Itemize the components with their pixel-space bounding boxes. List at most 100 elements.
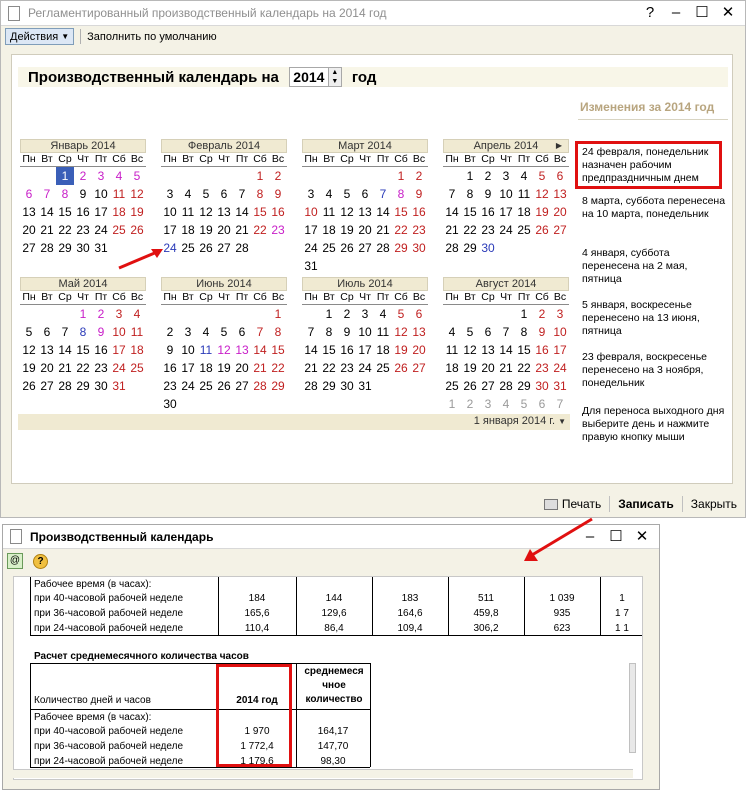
day-cell[interactable]: 24 (356, 359, 374, 377)
day-cell[interactable]: 2 (161, 323, 179, 341)
day-cell[interactable]: 7 (56, 323, 74, 341)
day-cell[interactable]: 29 (74, 377, 92, 395)
day-cell[interactable]: 18 (443, 359, 461, 377)
day-cell[interactable]: 15 (269, 341, 287, 359)
day-cell[interactable]: 6 (38, 323, 56, 341)
day-cell[interactable]: 18 (374, 341, 392, 359)
day-cell[interactable]: 21 (251, 359, 269, 377)
day-cell[interactable]: 16 (92, 341, 110, 359)
day-cell[interactable]: 16 (533, 341, 551, 359)
day-cell[interactable]: 18 (110, 203, 128, 221)
day-cell[interactable]: 14 (56, 341, 74, 359)
day-cell[interactable]: 26 (461, 377, 479, 395)
day-cell[interactable]: 29 (392, 239, 410, 257)
save-button[interactable]: Записать (618, 497, 674, 511)
day-cell[interactable]: 22 (251, 221, 269, 239)
day-cell[interactable]: 12 (215, 341, 233, 359)
day-cell[interactable]: 22 (515, 359, 533, 377)
day-cell[interactable]: 1 (320, 305, 338, 323)
day-cell[interactable]: 1 (56, 167, 74, 185)
current-date-dropdown[interactable]: 1 января 2014 г. ▼ (474, 415, 566, 427)
day-cell[interactable]: 11 (320, 203, 338, 221)
day-cell[interactable]: 6 (20, 185, 38, 203)
day-cell[interactable]: 15 (461, 203, 479, 221)
day-cell[interactable]: 14 (233, 203, 251, 221)
day-cell[interactable]: 16 (74, 203, 92, 221)
day-cell[interactable]: 21 (443, 221, 461, 239)
day-cell[interactable]: 8 (269, 323, 287, 341)
day-cell[interactable]: 17 (302, 221, 320, 239)
day-cell[interactable]: 13 (38, 341, 56, 359)
day-cell[interactable]: 13 (20, 203, 38, 221)
day-cell[interactable]: 17 (179, 359, 197, 377)
day-cell[interactable]: 25 (128, 359, 146, 377)
day-cell[interactable]: 3 (356, 305, 374, 323)
day-cell[interactable]: 4 (515, 167, 533, 185)
day-cell[interactable]: 25 (110, 221, 128, 239)
day-cell[interactable]: 28 (443, 239, 461, 257)
day-cell[interactable]: 5 (197, 185, 215, 203)
day-cell[interactable]: 3 (479, 395, 497, 413)
day-cell[interactable]: 18 (128, 341, 146, 359)
vertical-scrollbar[interactable] (629, 663, 636, 753)
day-cell[interactable]: 18 (179, 221, 197, 239)
day-cell[interactable]: 4 (197, 323, 215, 341)
day-cell[interactable]: 11 (128, 323, 146, 341)
day-cell[interactable]: 6 (233, 323, 251, 341)
day-cell[interactable]: 3 (179, 323, 197, 341)
day-cell[interactable]: 12 (533, 185, 551, 203)
day-cell[interactable]: 8 (251, 185, 269, 203)
day-cell[interactable]: 11 (374, 323, 392, 341)
day-cell[interactable]: 8 (56, 185, 74, 203)
change-item[interactable]: 8 марта, суббота перенесена на 10 марта,… (582, 195, 727, 221)
day-cell[interactable]: 20 (38, 359, 56, 377)
day-cell[interactable]: 15 (251, 203, 269, 221)
help-icon[interactable]: ? (643, 4, 657, 22)
day-cell[interactable]: 7 (251, 323, 269, 341)
day-cell[interactable]: 26 (20, 377, 38, 395)
day-cell[interactable]: 10 (551, 323, 569, 341)
day-cell[interactable]: 26 (392, 359, 410, 377)
day-cell[interactable]: 14 (497, 341, 515, 359)
day-cell[interactable]: 10 (302, 203, 320, 221)
day-cell[interactable]: 28 (38, 239, 56, 257)
day-cell[interactable]: 28 (497, 377, 515, 395)
maximize-icon[interactable]: ☐ (695, 4, 709, 22)
day-cell[interactable]: 17 (551, 341, 569, 359)
day-cell[interactable]: 26 (338, 239, 356, 257)
day-cell[interactable]: 29 (515, 377, 533, 395)
day-cell[interactable]: 4 (110, 167, 128, 185)
day-cell[interactable]: 22 (74, 359, 92, 377)
day-cell[interactable]: 13 (356, 203, 374, 221)
day-cell[interactable]: 13 (551, 185, 569, 203)
day-cell[interactable]: 9 (269, 185, 287, 203)
day-cell[interactable]: 29 (461, 239, 479, 257)
day-cell[interactable]: 23 (479, 221, 497, 239)
day-cell[interactable]: 3 (161, 185, 179, 203)
day-cell[interactable]: 28 (56, 377, 74, 395)
help-icon[interactable]: ? (33, 553, 48, 569)
day-cell[interactable]: 13 (233, 341, 251, 359)
day-cell[interactable]: 5 (215, 323, 233, 341)
day-cell[interactable]: 23 (74, 221, 92, 239)
day-cell[interactable]: 17 (161, 221, 179, 239)
day-cell[interactable]: 22 (392, 221, 410, 239)
day-cell[interactable]: 13 (479, 341, 497, 359)
day-cell[interactable]: 23 (161, 377, 179, 395)
change-item[interactable]: 23 февраля, воскресенье перенесено на 3 … (582, 351, 727, 390)
day-cell[interactable]: 2 (269, 167, 287, 185)
day-cell[interactable]: 9 (74, 185, 92, 203)
day-cell[interactable]: 31 (92, 239, 110, 257)
day-cell[interactable]: 2 (74, 167, 92, 185)
day-cell[interactable]: 21 (302, 359, 320, 377)
day-cell[interactable]: 19 (215, 359, 233, 377)
day-cell[interactable]: 4 (497, 395, 515, 413)
day-cell[interactable]: 20 (233, 359, 251, 377)
day-cell[interactable]: 7 (497, 323, 515, 341)
day-cell[interactable]: 30 (410, 239, 428, 257)
day-cell[interactable]: 19 (338, 221, 356, 239)
day-cell[interactable]: 6 (551, 167, 569, 185)
day-cell[interactable]: 23 (269, 221, 287, 239)
day-cell[interactable]: 11 (197, 341, 215, 359)
day-cell[interactable]: 27 (233, 377, 251, 395)
